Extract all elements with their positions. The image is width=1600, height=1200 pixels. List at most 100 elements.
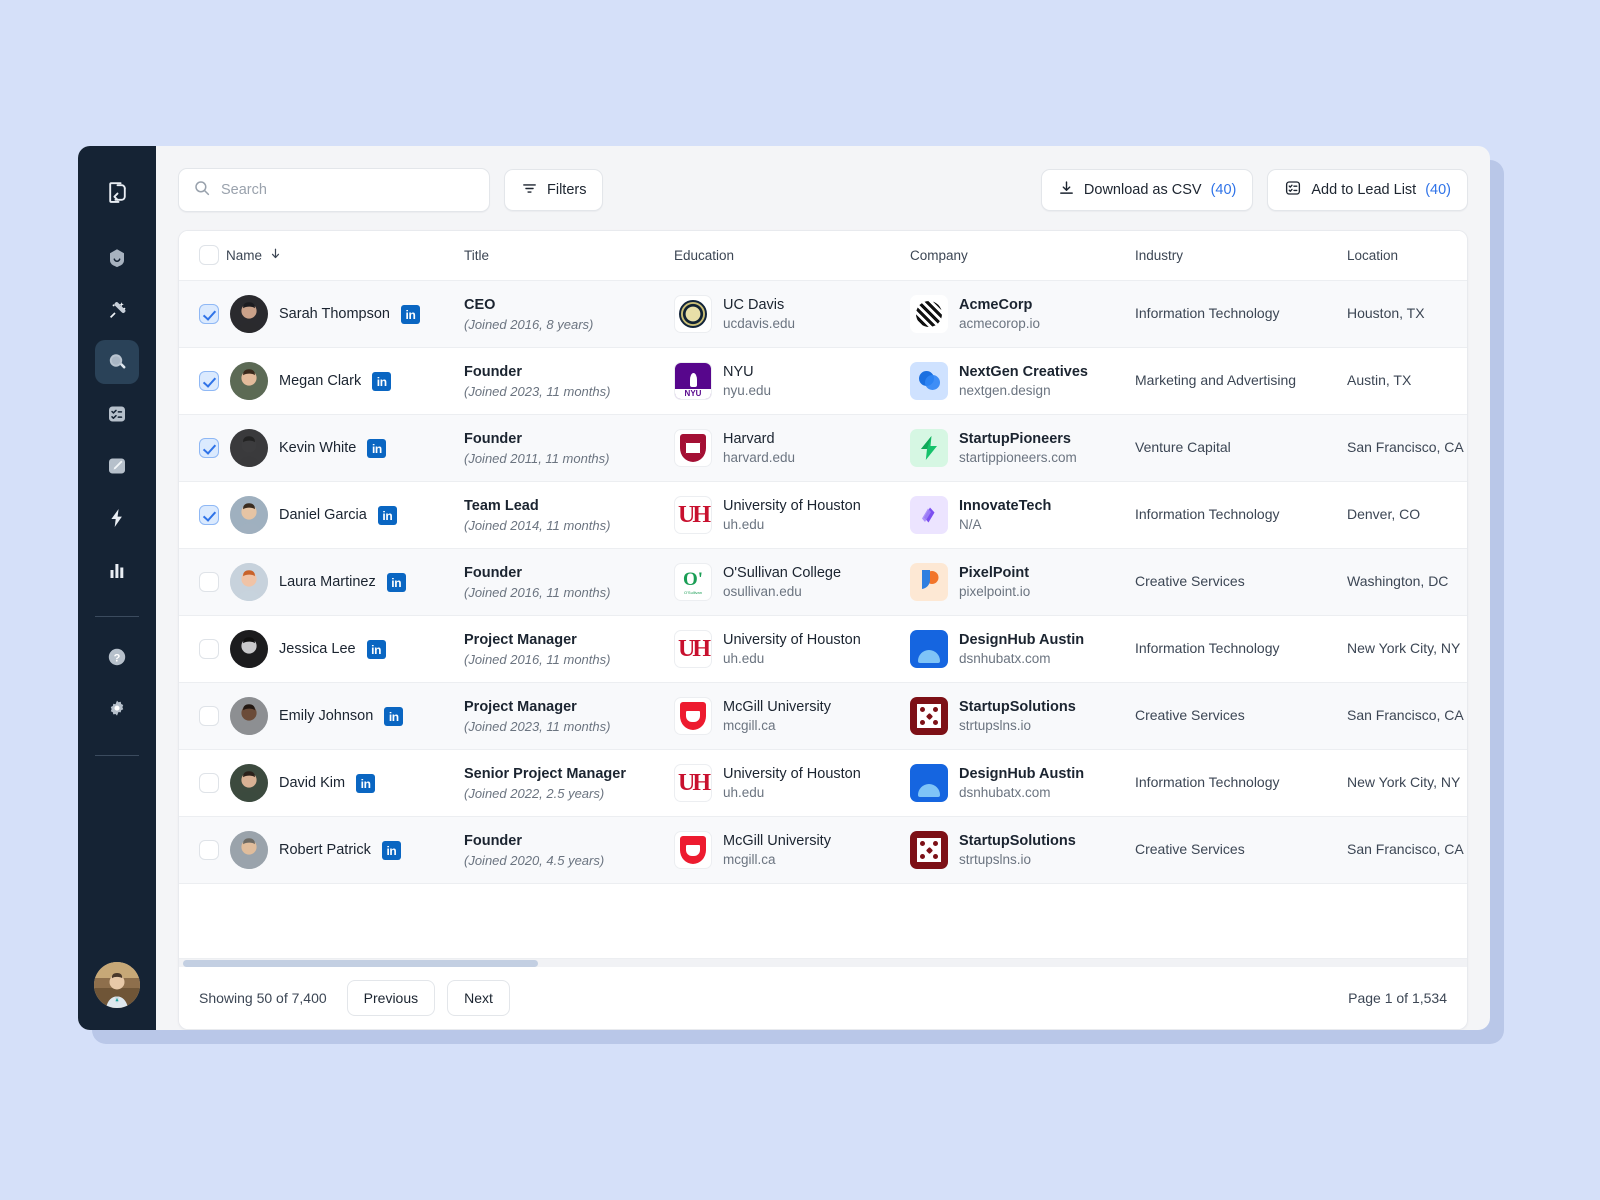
cell-industry: Marketing and Advertising <box>1135 348 1347 415</box>
linkedin-icon[interactable]: in <box>381 840 401 860</box>
user-avatar[interactable] <box>94 962 140 1008</box>
linkedin-icon[interactable]: in <box>377 505 397 525</box>
cell-title: Founder (Joined 2016, 11 months) <box>464 549 674 616</box>
company-domain: dsnhubatx.com <box>959 785 1051 800</box>
row-select-checkbox[interactable] <box>199 304 219 324</box>
table-row[interactable]: David Kim in Senior Project Manager (Joi… <box>179 749 1467 817</box>
sidebar-item-search[interactable] <box>95 340 139 384</box>
sidebar-item-home[interactable] <box>95 236 139 280</box>
column-header-company[interactable]: Company <box>910 231 1135 281</box>
company-domain: strtupslns.io <box>959 852 1032 867</box>
table-row[interactable]: Robert Patrick in Founder (Joined 2020, … <box>179 816 1467 884</box>
gear-icon <box>105 697 129 721</box>
job-title: Founder <box>464 564 522 581</box>
school-name: NYU <box>723 364 754 380</box>
previous-page-button[interactable]: Previous <box>346 980 436 1016</box>
table-row[interactable]: Jessica Lee in Project Manager (Joined 2… <box>179 615 1467 683</box>
magic-wand-icon <box>105 298 129 322</box>
avatar <box>230 697 268 735</box>
sidebar-item-compose[interactable] <box>95 444 139 488</box>
school-domain: mcgill.ca <box>723 718 776 733</box>
avatar <box>230 764 268 802</box>
sidebar-item-tasks[interactable] <box>95 392 139 436</box>
download-icon <box>1058 180 1075 201</box>
table-scroll-area: Name Title Education Company Industry Lo… <box>179 231 1467 958</box>
column-header-location[interactable]: Location <box>1347 231 1467 281</box>
select-all-checkbox[interactable] <box>199 245 219 265</box>
pencil-icon <box>105 454 129 478</box>
column-header-name[interactable]: Name <box>179 231 464 281</box>
page-indicator: Page 1 of 1,534 <box>1348 990 1447 1006</box>
school-domain: osullivan.edu <box>723 584 802 599</box>
linkedin-icon[interactable]: in <box>384 706 404 726</box>
row-select-checkbox[interactable] <box>199 639 219 659</box>
linkedin-icon[interactable]: in <box>367 438 387 458</box>
next-page-button[interactable]: Next <box>447 980 510 1016</box>
location-value: San Francisco, CA <box>1347 707 1464 723</box>
row-select-checkbox[interactable] <box>199 706 219 726</box>
school-logo-icon <box>674 429 712 467</box>
row-select-checkbox[interactable] <box>199 572 219 592</box>
cell-name: Megan Clark in <box>179 348 464 415</box>
sidebar-item-settings[interactable] <box>95 687 139 731</box>
job-title: Founder <box>464 363 522 380</box>
avatar <box>230 563 268 601</box>
row-select-checkbox[interactable] <box>199 438 219 458</box>
cell-education: UC Davis ucdavis.edu <box>674 281 910 348</box>
job-title: Founder <box>464 832 522 849</box>
person-name: Megan Clark <box>279 373 362 389</box>
table-row[interactable]: Daniel Garcia in Team Lead (Joined 2014,… <box>179 481 1467 549</box>
sidebar-item-magic[interactable] <box>95 288 139 332</box>
sidebar-divider-top <box>95 616 139 617</box>
cell-industry: Information Technology <box>1135 616 1347 683</box>
row-select-checkbox[interactable] <box>199 371 219 391</box>
horizontal-scrollbar[interactable] <box>179 958 1467 967</box>
linkedin-icon[interactable]: in <box>386 572 406 592</box>
table-row[interactable]: Laura Martinez in Founder (Joined 2016, … <box>179 548 1467 616</box>
person-name: Jessica Lee <box>279 641 356 657</box>
cell-education: NYU NYU nyu.edu <box>674 348 910 415</box>
location-value: San Francisco, CA <box>1347 439 1464 455</box>
sidebar-item-analytics[interactable] <box>95 548 139 592</box>
linkedin-icon[interactable]: in <box>400 304 420 324</box>
industry-value: Creative Services <box>1135 841 1245 857</box>
download-csv-button[interactable]: Download as CSV (40) <box>1040 169 1254 211</box>
table-row[interactable]: Emily Johnson in Project Manager (Joined… <box>179 682 1467 750</box>
sidebar-item-automations[interactable] <box>95 496 139 540</box>
filters-button[interactable]: Filters <box>504 169 604 211</box>
scrollbar-thumb[interactable] <box>183 960 538 967</box>
row-select-checkbox[interactable] <box>199 773 219 793</box>
column-header-industry[interactable]: Industry <box>1135 231 1347 281</box>
search-input[interactable] <box>221 182 475 198</box>
table-row[interactable]: Megan Clark in Founder (Joined 2023, 11 … <box>179 347 1467 415</box>
column-header-name-label: Name <box>226 247 263 263</box>
linkedin-icon[interactable]: in <box>366 639 386 659</box>
row-select-checkbox[interactable] <box>199 505 219 525</box>
add-to-lead-list-button[interactable]: Add to Lead List (40) <box>1267 169 1468 211</box>
column-header-title[interactable]: Title <box>464 231 674 281</box>
column-header-education[interactable]: Education <box>674 231 910 281</box>
cell-company: DesignHub Austin dsnhubatx.com <box>910 616 1135 683</box>
sidebar-item-help[interactable]: ? <box>95 635 139 679</box>
question-mark-icon: ? <box>105 645 129 669</box>
leads-table: Name Title Education Company Industry Lo… <box>179 231 1467 884</box>
cell-location: Austin, TX <box>1347 348 1467 415</box>
school-domain: harvard.edu <box>723 450 796 465</box>
company-name: StartupSolutions <box>959 833 1076 849</box>
search-field[interactable] <box>178 168 490 212</box>
row-select-checkbox[interactable] <box>199 840 219 860</box>
table-row[interactable]: Sarah Thompson in CEO (Joined 2016, 8 ye… <box>179 280 1467 348</box>
job-tenure: (Joined 2020, 4.5 years) <box>464 852 605 868</box>
person-name: Kevin White <box>279 440 357 456</box>
linkedin-icon[interactable]: in <box>372 371 392 391</box>
app-logo[interactable] <box>95 170 139 214</box>
industry-value: Creative Services <box>1135 707 1245 723</box>
column-header-location-label: Location <box>1347 247 1399 263</box>
table-row[interactable]: Kevin White in Founder (Joined 2011, 11 … <box>179 414 1467 482</box>
table-footer: Showing 50 of 7,400 Previous Next Page 1… <box>179 967 1467 1029</box>
job-title: Senior Project Manager <box>464 765 626 782</box>
linkedin-icon[interactable]: in <box>356 773 376 793</box>
cell-title: Founder (Joined 2011, 11 months) <box>464 415 674 482</box>
company-name: PixelPoint <box>959 565 1030 581</box>
cell-industry: Information Technology <box>1135 750 1347 817</box>
